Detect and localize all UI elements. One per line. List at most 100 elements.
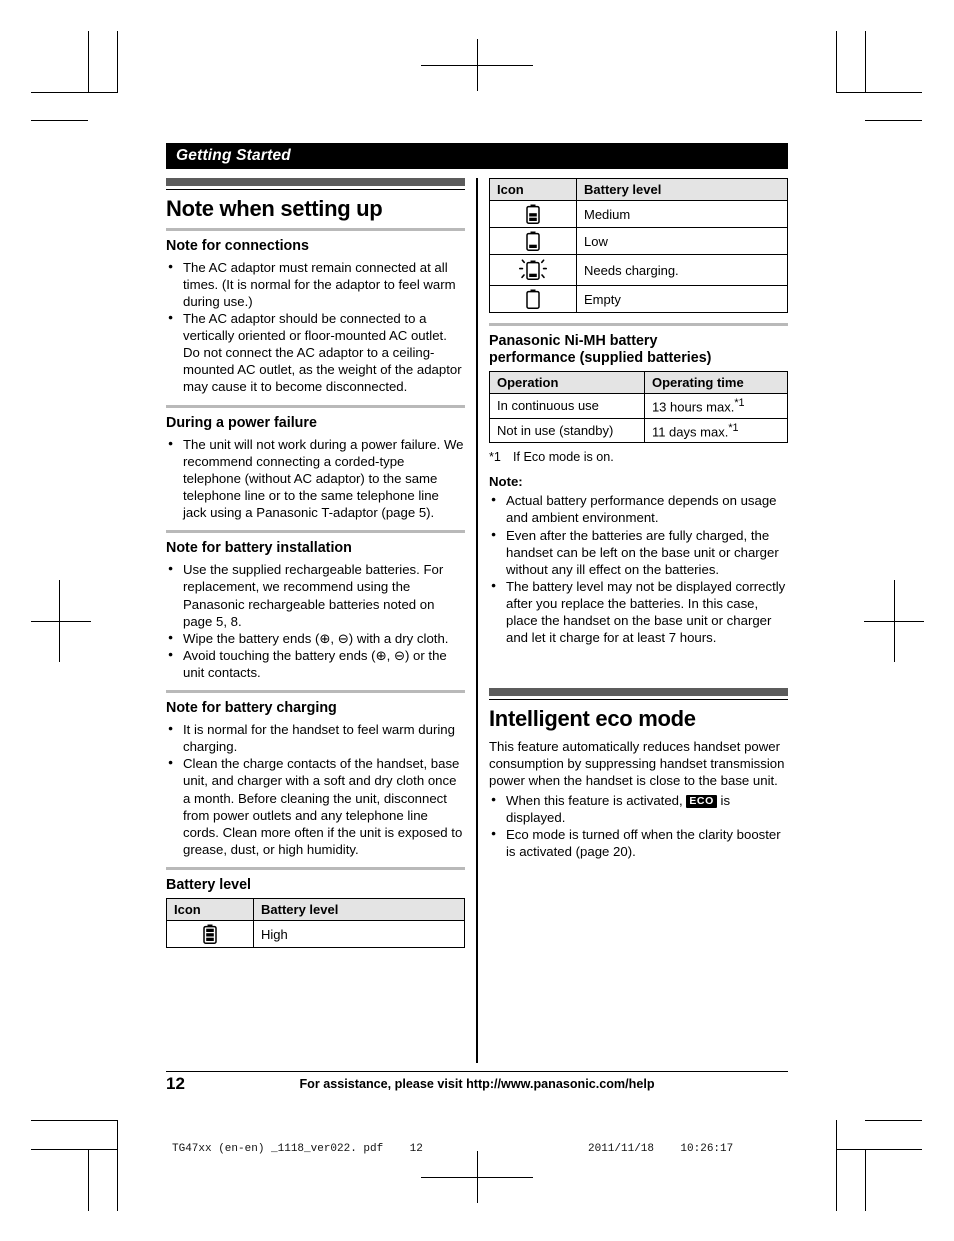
battery-level-value: Needs charging. <box>576 254 788 286</box>
subsection-battery-level: Battery level Icon Battery level High <box>166 866 465 949</box>
table-row: Not in use (standby) 11 days max.*1 <box>489 417 789 443</box>
crop-mark-bottom-right-v2 <box>865 1149 866 1211</box>
bullet-list: Use the supplied rechargeable batteries.… <box>166 560 465 681</box>
page-footer: 12 For assistance, please visit http://w… <box>166 1074 788 1098</box>
crop-mark-bottom-right-v1 <box>836 1120 837 1211</box>
crop-mark-bottom-left-v1 <box>88 1149 89 1211</box>
battery-level-value: Low <box>576 227 788 255</box>
battery-level-table-part2: Icon Battery level Medium Low Needs char… <box>489 178 788 313</box>
note-label: Note: <box>489 474 523 490</box>
nimh-performance-table: Operation Operating time In continuous u… <box>489 371 789 443</box>
footnote-text: If Eco mode is on. <box>513 449 614 464</box>
list-item: The AC adaptor should be connected to a … <box>166 309 465 395</box>
battery-needs-charging-glyph <box>518 259 548 280</box>
subsection-nimh-battery-performance: Panasonic Ni-MH battery performance (sup… <box>489 323 789 465</box>
table-row: Medium <box>489 200 788 228</box>
crop-mark-top-right-h1 <box>836 92 922 93</box>
subsection-heading: During a power failure <box>166 414 317 431</box>
chapter-header-bar: Getting Started <box>166 143 788 169</box>
table-row: High <box>166 920 465 949</box>
crop-mark-bottom-left-h2 <box>31 1120 117 1121</box>
eco-badge: ECO <box>686 795 717 809</box>
bullet-text-before: When this feature is activated, <box>506 793 687 809</box>
operation-value: Not in use (standby) <box>489 417 645 443</box>
note-block: Note: Actual battery performance depends… <box>489 474 788 646</box>
subsection-note-for-battery-installation: Note for battery installation Use the su… <box>166 530 465 681</box>
table-header-row: Icon Battery level <box>489 178 788 201</box>
page-body: Note when setting up Note for connection… <box>166 178 789 1063</box>
crop-mark-top-right-v2 <box>865 31 866 93</box>
subsection-rule <box>489 323 788 326</box>
list-item: Avoid touching the battery ends (⊕, ⊖) o… <box>166 646 465 681</box>
column-divider <box>476 178 478 1063</box>
bullet-list: It is normal for the handset to feel war… <box>166 720 465 858</box>
list-item: Use the supplied rechargeable batteries.… <box>166 560 465 629</box>
assistance-text: For assistance, please visit http://www.… <box>299 1077 655 1091</box>
list-item: Eco mode is turned off when the clarity … <box>489 825 788 860</box>
subsection-heading: Panasonic Ni-MH battery performance (sup… <box>489 333 788 367</box>
battery-level-value: High <box>253 920 465 949</box>
subsection-rule <box>166 689 465 693</box>
subsection-note-for-battery-charging: Note for battery charging It is normal f… <box>166 689 465 858</box>
subsection-heading-line2: performance (supplied batteries) <box>489 350 712 367</box>
print-slug-left: TG47xx (en-en) _1118_ver022. pdf 12 <box>172 1143 423 1155</box>
left-column: Note when setting up Note for connection… <box>166 178 465 957</box>
subsection-rule <box>166 866 465 870</box>
table-row: In continuous use 13 hours max.*1 <box>489 393 789 419</box>
subsection-heading: Note for battery charging <box>166 699 337 716</box>
bullet-list: The unit will not work during a power fa… <box>166 435 465 521</box>
list-item: The battery level may not be displayed c… <box>489 577 788 646</box>
time-text: 13 hours max. <box>651 399 735 415</box>
battery-low-icon <box>489 227 577 255</box>
print-slug-right: 2011/11/18 10:26:17 <box>588 1143 734 1155</box>
list-item: The unit will not work during a power fa… <box>166 435 465 521</box>
column-header-battery-level: Battery level <box>253 898 465 922</box>
registration-mark-left-middle-h <box>31 621 91 622</box>
subsection-rule <box>166 530 465 534</box>
table-row: Empty <box>489 285 788 313</box>
column-header-battery-level: Battery level <box>576 178 788 201</box>
crop-mark-bottom-left-h1 <box>31 1149 117 1150</box>
section-rule-dark <box>166 178 465 186</box>
subsection-heading: Battery level <box>166 876 252 893</box>
column-header-operating-time: Operating time <box>643 371 789 395</box>
subsection-heading: Note for battery installation <box>166 540 352 557</box>
section-rule-thin <box>166 189 465 190</box>
registration-mark-right-middle-h <box>864 621 924 622</box>
crop-mark-top-left-v2 <box>117 31 118 93</box>
battery-needs-charging-icon <box>489 254 577 286</box>
table-header-row: Icon Battery level <box>166 898 465 922</box>
subsection-note-for-connections: Note for connections The AC adaptor must… <box>166 227 465 396</box>
crop-mark-top-left-h2 <box>31 120 88 121</box>
battery-low-glyph <box>526 231 540 251</box>
table-row: Needs charging. <box>489 254 788 286</box>
operating-time-value: 13 hours max.*1 <box>643 393 789 419</box>
battery-level-value: Medium <box>576 200 788 228</box>
list-item: Clean the charge contacts of the handset… <box>166 754 465 858</box>
battery-empty-icon <box>489 285 577 313</box>
registration-mark-top-center-h <box>421 65 533 66</box>
list-item: The AC adaptor must remain connected at … <box>166 258 465 310</box>
crop-mark-bottom-right-h1 <box>865 1120 922 1121</box>
section-title: Intelligent eco mode <box>489 706 696 732</box>
time-text: 11 days max. <box>651 423 729 439</box>
list-item: When this feature is activated, ECO is d… <box>489 791 788 826</box>
bullet-list: The AC adaptor must remain connected at … <box>166 258 465 396</box>
battery-level-table-part1: Icon Battery level High <box>166 898 465 949</box>
subsection-rule <box>166 404 465 408</box>
right-column: Icon Battery level Medium Low Needs char… <box>489 178 789 869</box>
battery-level-value: Empty <box>576 285 788 313</box>
footnote-mark: *1 <box>489 449 501 464</box>
section-rule-thin <box>489 699 788 701</box>
list-item: Even after the batteries are fully charg… <box>489 526 788 578</box>
column-header-icon: Icon <box>166 898 254 922</box>
subsection-heading: Note for connections <box>166 237 309 254</box>
battery-medium-glyph <box>526 204 540 224</box>
list-item: Actual battery performance depends on us… <box>489 491 788 526</box>
battery-medium-icon <box>489 200 577 228</box>
battery-high-icon <box>166 920 254 949</box>
table-row: Low <box>489 227 788 255</box>
crop-mark-bottom-left-v2 <box>117 1120 118 1211</box>
subsection-rule <box>166 227 465 231</box>
chapter-title: Getting Started <box>176 147 291 164</box>
